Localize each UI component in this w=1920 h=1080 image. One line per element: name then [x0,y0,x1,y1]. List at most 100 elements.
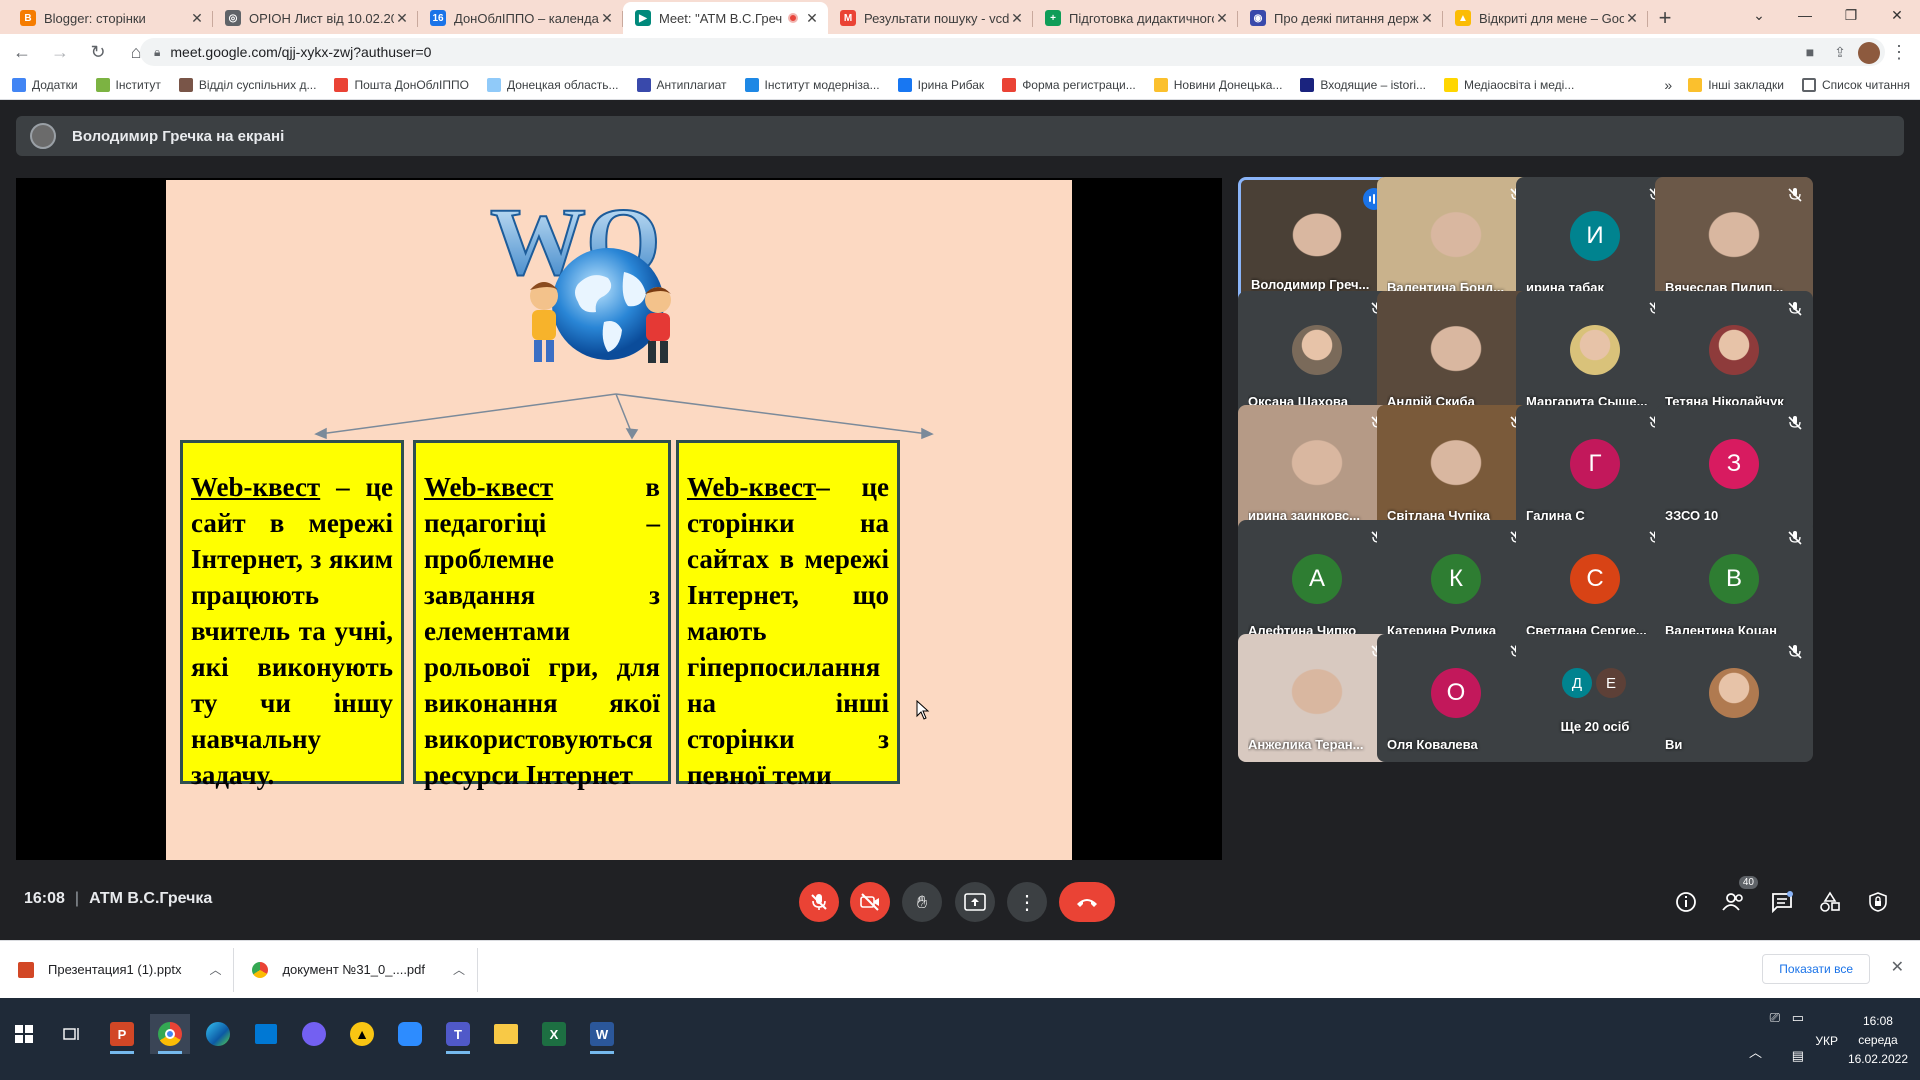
bookmark-item[interactable]: Новини Донецька... [1153,77,1282,92]
bookmark-item[interactable]: Медіаосвіта і меді... [1443,77,1574,92]
close-tab-icon[interactable]: ✕ [394,10,410,27]
profile-avatar[interactable] [1858,42,1880,64]
chevron-up-icon[interactable]: ︿ [209,961,221,978]
bookmark-item[interactable]: Антиплагиат [636,77,727,92]
participant-tile[interactable]: Оксана Шахова [1238,291,1396,419]
participant-tile[interactable]: В Валентина Коцан [1655,520,1813,648]
back-icon[interactable]: ← [6,36,38,68]
participant-tile[interactable]: А Алефтина Чипко [1238,520,1396,648]
browser-tab[interactable]: ◉ Про деякі питання держа ✕ [1238,2,1443,34]
participant-tile[interactable]: К Катерина Рудика [1377,520,1535,648]
close-tab-icon[interactable]: ✕ [1009,10,1025,27]
browser-tab[interactable]: ▶ Meet: "АТМ В.С.Гречка ✕ [623,2,828,34]
people-button[interactable]: 40 [1718,876,1758,918]
participant-tile[interactable]: Тетяна Ніколайчук [1655,291,1813,419]
browser-tab[interactable]: 16 ДонОблІППО – календар ✕ [418,2,623,34]
participant-tile[interactable]: З ЗЗСО 10 [1655,405,1813,533]
taskbar-chrome[interactable] [150,1014,190,1054]
microphone-off-button[interactable] [799,882,839,922]
task-view-button[interactable] [52,1014,92,1054]
address-bar[interactable]: 🔒︎ meet.google.com/qjj-xykx-zwj?authuser… [140,38,1885,66]
close-tab-icon[interactable]: ✕ [189,10,205,27]
browser-tab[interactable]: B Blogger: сторінки ✕ [8,2,213,34]
bookmarks-overflow[interactable]: » [1664,77,1672,93]
taskbar-excel[interactable]: X [534,1014,574,1054]
chat-button[interactable] [1766,886,1798,918]
bookmark-item[interactable]: Додатки [12,77,78,92]
browser-tab[interactable]: ◎ ОРІОН Лист від 10.02.2022✕ [213,2,418,34]
close-tab-icon[interactable]: ✕ [804,10,820,27]
bookmark-item[interactable]: Відділ суспільних д... [178,77,316,92]
participant-tile[interactable]: О Оля Ковалева [1377,634,1535,762]
close-window-button[interactable]: ✕ [1874,0,1920,30]
participant-tile[interactable]: Д Е Ще 20 осіб [1516,634,1674,762]
show-hidden-icons[interactable]: ︿ [1749,1042,1762,1061]
taskbar-store[interactable] [246,1014,286,1054]
leave-call-button[interactable] [1059,882,1115,922]
participant-tile[interactable]: Вячеслав Пилип... [1655,177,1813,305]
participant-tile[interactable]: Володимир Греч... [1238,177,1396,305]
close-tab-icon[interactable]: ✕ [1624,10,1640,27]
browser-tab[interactable]: M Результати пошуку - vcd@ ✕ [828,2,1033,34]
meeting-details-button[interactable] [1670,886,1702,918]
participant-tile[interactable]: ирина заинковс... [1238,405,1396,533]
camera-icon[interactable]: ■ [1795,44,1825,60]
participant-tile[interactable]: С Светлана Сергие... [1516,520,1674,648]
present-screen-button[interactable] [955,882,995,922]
bookmark-item[interactable]: Інститут [95,77,161,92]
bookmark-item[interactable]: Ірина Рибак [897,77,984,92]
taskbar-word[interactable]: W [582,1014,622,1054]
lock-icon[interactable]: 🔒︎ [154,45,160,60]
participant-tile[interactable]: Анжелика Теран... [1238,634,1396,762]
activities-button[interactable] [1814,886,1846,918]
action-center-icon[interactable]: ▤ [1792,1048,1804,1064]
camera-off-button[interactable] [850,882,890,922]
close-tab-icon[interactable]: ✕ [1214,10,1230,27]
taskbar-teams[interactable]: T [438,1014,478,1054]
participant-tile[interactable]: Иирина табак [1516,177,1674,305]
maximize-button[interactable]: ❐ [1828,0,1874,30]
participant-tile[interactable]: Ви [1655,634,1813,762]
minimize-button[interactable]: — [1782,0,1828,30]
screen-share-stage[interactable]: WQ Web-квест – це сайт в мережі Інтернет… [16,178,1222,860]
more-options-button[interactable]: ⋮ [1007,882,1047,922]
browser-menu-icon[interactable]: ⋮ [1890,42,1908,63]
bookmark-item[interactable]: Пошта ДонОблІППО [334,77,469,92]
taskbar-powerpoint[interactable]: P [102,1014,142,1054]
browser-tab[interactable]: + Підготовка дидактичного ✕ [1033,2,1238,34]
input-language[interactable]: УКР [1815,1034,1838,1048]
download-item-pdf[interactable]: документ №31_0_....pdf ︿ [234,947,479,992]
tab-search-icon[interactable]: ⌄ [1736,0,1782,30]
close-tab-icon[interactable]: ✕ [599,10,615,27]
host-controls-button[interactable] [1862,886,1894,918]
participant-tile[interactable]: Світлана Чупіка [1377,405,1535,533]
start-button[interactable] [4,1014,44,1054]
participant-tile[interactable]: Маргарита Сыще... [1516,291,1674,419]
share-icon[interactable]: ⇪ [1825,44,1855,61]
participant-tile[interactable]: Андрій Скиба [1377,291,1535,419]
taskbar-app-triangle[interactable]: ▲ [342,1014,382,1054]
browser-tab[interactable]: ▲ Відкриті для мене – Googl ✕ [1443,2,1648,34]
participant-tile[interactable]: Г Галина С [1516,405,1674,533]
system-clock[interactable]: 16:08 середа 16.02.2022 [1848,1012,1908,1069]
meet-now-icon[interactable]: ⎚ [1770,1010,1780,1026]
bookmark-item[interactable]: Форма регистраци... [1002,77,1136,92]
bookmark-item[interactable]: Входящие – istori... [1300,77,1426,92]
taskbar-zoom[interactable] [390,1014,430,1054]
close-downloads-icon[interactable]: ✕ [1891,957,1904,977]
show-all-downloads-button[interactable]: Показати все [1762,954,1870,984]
new-tab-button[interactable]: + [1648,2,1682,34]
other-bookmarks[interactable]: Інші закладки [1688,78,1784,92]
raise-hand-button[interactable]: ✋︎ [902,882,942,922]
close-tab-icon[interactable]: ✕ [1419,10,1435,27]
bookmark-item[interactable]: Донецкая область... [486,77,619,92]
taskbar-edge[interactable] [198,1014,238,1054]
network-icon[interactable]: ▭ [1792,1010,1804,1026]
taskbar-explorer[interactable] [486,1014,526,1054]
reading-list[interactable]: Список читання [1801,78,1910,92]
reload-icon[interactable]: ↻ [82,36,114,68]
url-text[interactable]: meet.google.com/qjj-xykx-zwj?authuser=0 [170,44,1795,60]
participant-tile[interactable]: Валентина Бонд... [1377,177,1535,305]
forward-icon[interactable]: → [44,36,76,68]
taskbar-viber[interactable] [294,1014,334,1054]
